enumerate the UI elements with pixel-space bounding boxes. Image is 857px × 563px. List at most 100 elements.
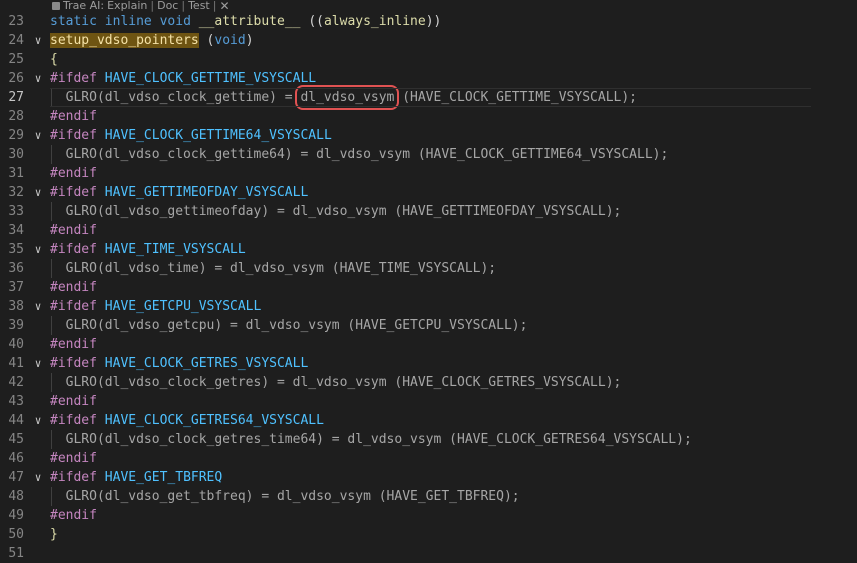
- line-number[interactable]: 50: [0, 525, 24, 544]
- line-number[interactable]: 47: [0, 468, 24, 487]
- line-number[interactable]: 51: [0, 544, 24, 563]
- line-number[interactable]: 38: [0, 297, 24, 316]
- line-number[interactable]: 36: [0, 259, 24, 278]
- code-text: #endif: [50, 335, 97, 354]
- code-line[interactable]: 43 #endif: [0, 392, 857, 411]
- code-token: #ifdef: [50, 185, 97, 200]
- line-number[interactable]: 49: [0, 506, 24, 525]
- code-text: GLRO(dl_vdso_gettimeofday) = dl_vdso_vsy…: [50, 202, 622, 221]
- code-line[interactable]: 38 ∨ #ifdef HAVE_GETCPU_VSYSCALL: [0, 297, 857, 316]
- code-token: #endif: [50, 508, 97, 523]
- line-number[interactable]: 44: [0, 411, 24, 430]
- code-line[interactable]: 23 static inline void __attribute__ ((alw…: [0, 12, 857, 31]
- code-line[interactable]: 48 GLRO(dl_vdso_get_tbfreq) = dl_vdso_vs…: [0, 487, 857, 506]
- code-token: #endif: [50, 223, 97, 238]
- line-number[interactable]: 39: [0, 316, 24, 335]
- chevron-down-icon[interactable]: ∨: [31, 183, 45, 202]
- chevron-down-icon[interactable]: ∨: [31, 240, 45, 259]
- code-line[interactable]: 31 #endif: [0, 164, 857, 183]
- code-line[interactable]: 32 ∨ #ifdef HAVE_GETTIMEOFDAY_VSYSCALL: [0, 183, 857, 202]
- code-line[interactable]: 33 GLRO(dl_vdso_gettimeofday) = dl_vdso_…: [0, 202, 857, 221]
- chevron-down-icon[interactable]: ∨: [31, 468, 45, 487]
- code-line[interactable]: 40 #endif: [0, 335, 857, 354]
- code-text: #ifdef HAVE_CLOCK_GETTIME64_VSYSCALL: [50, 126, 332, 145]
- code-text: #ifdef HAVE_CLOCK_GETRES_VSYSCALL: [50, 354, 308, 373]
- line-number[interactable]: 31: [0, 164, 24, 183]
- code-token: __attribute__: [198, 14, 301, 29]
- code-text: static inline void __attribute__ ((alway…: [50, 12, 441, 31]
- codelens-explain[interactable]: Explain: [107, 0, 147, 12]
- line-number[interactable]: 28: [0, 107, 24, 126]
- code-line[interactable]: 46 #endif: [0, 449, 857, 468]
- line-number[interactable]: 40: [0, 335, 24, 354]
- code-line[interactable]: 25 {: [0, 50, 857, 69]
- code-line[interactable]: 37 #endif: [0, 278, 857, 297]
- code-line[interactable]: 39 GLRO(dl_vdso_getcpu) = dl_vdso_vsym (…: [0, 316, 857, 335]
- code-line[interactable]: 51: [0, 544, 857, 563]
- code-line[interactable]: 42 GLRO(dl_vdso_clock_getres) = dl_vdso_…: [0, 373, 857, 392]
- code-line[interactable]: 45 GLRO(dl_vdso_clock_getres_time64) = d…: [0, 430, 857, 449]
- code-line[interactable]: 36 GLRO(dl_vdso_time) = dl_vdso_vsym (HA…: [0, 259, 857, 278]
- code-token: ): [245, 33, 254, 48]
- chevron-down-icon[interactable]: ∨: [31, 354, 45, 373]
- code-line[interactable]: 24 ∨ setup_vdso_pointers (void): [0, 31, 857, 50]
- code-line[interactable]: 44 ∨ #ifdef HAVE_CLOCK_GETRES64_VSYSCALL: [0, 411, 857, 430]
- line-number[interactable]: 48: [0, 487, 24, 506]
- line-number[interactable]: 24: [0, 31, 24, 50]
- line-number[interactable]: 29: [0, 126, 24, 145]
- code-line[interactable]: 50}: [0, 525, 857, 544]
- code-line[interactable]: 29 ∨ #ifdef HAVE_CLOCK_GETTIME64_VSYSCALL: [0, 126, 857, 145]
- codelens-separator: |: [150, 0, 155, 12]
- code-text: #ifdef HAVE_CLOCK_GETTIME_VSYSCALL: [50, 69, 316, 88]
- line-number[interactable]: 46: [0, 449, 24, 468]
- code-token: static: [50, 14, 97, 29]
- code-token: HAVE_TIME_VSYSCALL: [104, 242, 246, 257]
- code-line[interactable]: 35 ∨ #ifdef HAVE_TIME_VSYSCALL: [0, 240, 857, 259]
- line-number[interactable]: 45: [0, 430, 24, 449]
- line-number[interactable]: 32: [0, 183, 24, 202]
- line-number[interactable]: 27: [0, 88, 24, 107]
- code-line[interactable]: 28 #endif: [0, 107, 857, 126]
- code-token: GLRO(dl_vdso_get_tbfreq) = dl_vdso_vsym …: [50, 489, 520, 504]
- trae-ai-icon: [52, 2, 60, 10]
- code-token: void: [159, 14, 191, 29]
- code-text: #endif: [50, 392, 97, 411]
- chevron-down-icon[interactable]: ∨: [31, 31, 45, 50]
- code-token: GLRO(dl_vdso_clock_gettime) =: [50, 90, 301, 105]
- chevron-down-icon[interactable]: ∨: [31, 297, 45, 316]
- line-number[interactable]: 42: [0, 373, 24, 392]
- line-number[interactable]: 41: [0, 354, 24, 373]
- code-line[interactable]: 30 GLRO(dl_vdso_clock_gettime64) = dl_vd…: [0, 145, 857, 164]
- line-number[interactable]: 30: [0, 145, 24, 164]
- code-line[interactable]: 41 ∨ #ifdef HAVE_CLOCK_GETRES_VSYSCALL: [0, 354, 857, 373]
- code-line[interactable]: 27 GLRO(dl_vdso_clock_gettime) = dl_vdso…: [0, 85, 857, 110]
- code-token: HAVE_CLOCK_GETTIME_VSYSCALL: [104, 71, 317, 86]
- code-line[interactable]: 47 ∨ #ifdef HAVE_GET_TBFREQ: [0, 468, 857, 487]
- line-number[interactable]: 34: [0, 221, 24, 240]
- code-editor[interactable]: 23 static inline void __attribute__ ((alw…: [0, 12, 857, 563]
- line-number[interactable]: 43: [0, 392, 24, 411]
- chevron-down-icon[interactable]: ∨: [31, 126, 45, 145]
- chevron-down-icon[interactable]: ∨: [31, 69, 45, 88]
- code-line[interactable]: 49 #endif: [0, 506, 857, 525]
- code-line[interactable]: 26 ∨ #ifdef HAVE_CLOCK_GETTIME_VSYSCALL: [0, 69, 857, 88]
- code-line[interactable]: 34 #endif: [0, 221, 857, 240]
- code-token: #endif: [50, 337, 97, 352]
- line-number[interactable]: 26: [0, 69, 24, 88]
- codelens-doc[interactable]: Doc: [157, 0, 178, 12]
- codelens-test[interactable]: Test: [188, 0, 210, 12]
- line-number[interactable]: 25: [0, 50, 24, 69]
- line-number[interactable]: 23: [0, 12, 24, 31]
- line-number[interactable]: 35: [0, 240, 24, 259]
- chevron-down-icon[interactable]: ∨: [31, 411, 45, 430]
- code-text: #endif: [50, 449, 97, 468]
- line-number[interactable]: 37: [0, 278, 24, 297]
- code-text: setup_vdso_pointers (void): [50, 31, 254, 50]
- close-icon[interactable]: ✕: [219, 0, 229, 12]
- line-number[interactable]: 33: [0, 202, 24, 221]
